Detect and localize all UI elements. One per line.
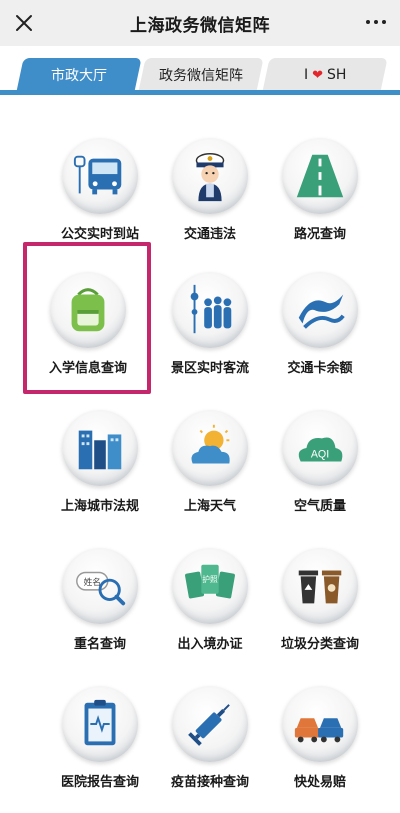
- syringe-icon: [172, 686, 248, 762]
- tab-wechat-matrix[interactable]: 政务微信矩阵: [138, 58, 264, 92]
- service-label: 出入境办证: [177, 637, 243, 652]
- service-label: 交通违法: [183, 227, 236, 242]
- service-label: 医院报告查询: [60, 775, 139, 790]
- more-dots-icon[interactable]: [366, 20, 386, 24]
- passport-icon: 护照: [172, 548, 248, 624]
- aqi-cloud-icon: AQI: [282, 410, 358, 486]
- tab-i-love-sh[interactable]: I ❤ SH: [262, 58, 388, 92]
- transport-card-icon: [282, 272, 358, 348]
- tab-label: 政务微信矩阵: [159, 68, 243, 84]
- service-traffic-violation[interactable]: 交通违法: [150, 122, 270, 262]
- tab-underline: [0, 90, 400, 95]
- tab-bar: 市政大厅 政务微信矩阵 I ❤ SH: [0, 46, 400, 96]
- school-bag-icon: [50, 272, 126, 348]
- service-label: 入学信息查询: [48, 361, 127, 376]
- service-label: 垃圾分类查询: [280, 637, 359, 652]
- service-label: 公交实时到站: [60, 227, 139, 242]
- city-buildings-icon: [62, 410, 138, 486]
- service-duplicate-name[interactable]: 姓名 重名查询: [40, 532, 160, 672]
- road-icon: [282, 138, 358, 214]
- bus-icon: [62, 138, 138, 214]
- service-label: 疫苗接种查询: [170, 775, 249, 790]
- service-air-quality[interactable]: AQI 空气质量: [260, 394, 380, 534]
- service-label: 空气质量: [293, 499, 346, 514]
- service-transport-card[interactable]: 交通卡余额: [260, 256, 380, 396]
- service-bus-arrival[interactable]: 公交实时到站: [40, 122, 160, 262]
- service-vaccination[interactable]: 疫苗接种查询: [150, 670, 270, 810]
- tab-label-prefix: I: [303, 67, 308, 83]
- service-school-enrollment[interactable]: 入学信息查询: [28, 256, 148, 396]
- heart-icon: ❤: [311, 67, 323, 83]
- service-label: 路况查询: [293, 227, 346, 242]
- service-scenic-crowd[interactable]: 景区实时客流: [150, 256, 270, 396]
- close-icon[interactable]: [12, 11, 36, 35]
- service-label: 上海天气: [183, 499, 236, 514]
- service-label: 景区实时客流: [170, 361, 249, 376]
- service-garbage-sorting[interactable]: 垃圾分类查询: [260, 532, 380, 672]
- tab-city-hall[interactable]: 市政大厅: [16, 58, 142, 92]
- service-label: 重名查询: [73, 637, 126, 652]
- cars-icon: [282, 686, 358, 762]
- name-search-icon: 姓名: [62, 548, 138, 624]
- trash-bins-icon: [282, 548, 358, 624]
- service-exit-entry[interactable]: 护照 出入境办证: [150, 532, 270, 672]
- tab-label: 市政大厅: [51, 68, 107, 84]
- service-hospital-report[interactable]: 医院报告查询: [40, 670, 160, 810]
- name-text: 姓名: [84, 576, 101, 588]
- weather-icon: [172, 410, 248, 486]
- page-title: 上海政务微信矩阵: [130, 15, 270, 36]
- app-header: 上海政务微信矩阵: [0, 0, 400, 46]
- tab-label-suffix: SH: [326, 67, 347, 83]
- service-quick-claim[interactable]: 快处易赔: [260, 670, 380, 810]
- traffic-police-icon: [172, 138, 248, 214]
- tower-crowd-icon: [172, 272, 248, 348]
- service-city-regulations[interactable]: 上海城市法规: [40, 394, 160, 534]
- service-weather[interactable]: 上海天气: [150, 394, 270, 534]
- service-label: 交通卡余额: [287, 361, 353, 376]
- aqi-text: AQI: [311, 449, 329, 461]
- passport-text: 护照: [202, 574, 218, 584]
- clipboard-icon: [62, 686, 138, 762]
- service-label: 快处易赔: [293, 775, 346, 790]
- service-road-conditions[interactable]: 路况查询: [260, 122, 380, 262]
- service-label: 上海城市法规: [60, 499, 139, 514]
